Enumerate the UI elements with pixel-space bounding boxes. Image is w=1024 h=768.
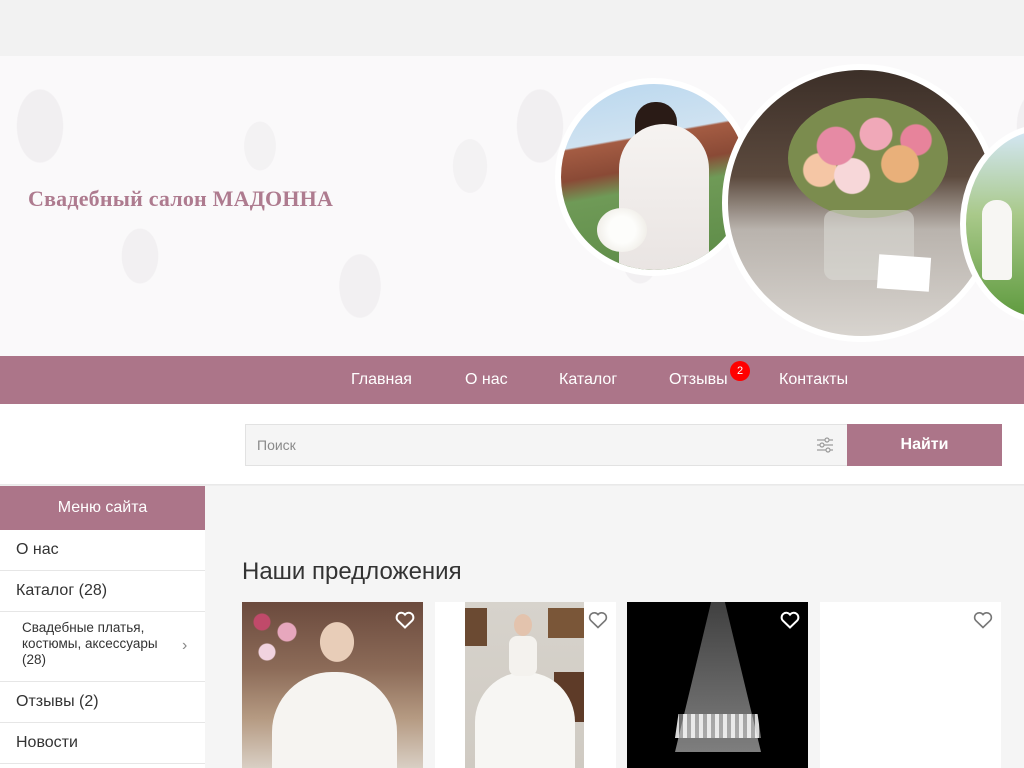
photo-detail [475,672,575,768]
nav-item-reviews[interactable]: Отзывы [669,356,728,404]
reviews-count-badge: 2 [730,361,750,381]
photo-detail [619,124,709,270]
product-card[interactable] [242,602,423,768]
product-card[interactable] [435,602,616,768]
search-input[interactable] [246,425,806,465]
main-navigation: Главная О нас Каталог Отзывы Контакты [0,356,1024,404]
heart-icon[interactable] [780,611,800,629]
photo-detail [982,200,1012,280]
sidebar-item-news[interactable]: Новости [0,723,205,764]
search-button[interactable]: Найти [847,424,1002,466]
photo-detail [465,608,487,646]
header-photo-table-decor [722,64,1000,342]
top-bar [0,0,1024,56]
site-title[interactable]: Свадебный салон МАДОННА [28,186,333,212]
nav-item-about[interactable]: О нас [465,356,508,404]
photo-detail [876,254,932,292]
sidebar-title: Меню сайта [0,486,205,530]
photo-detail [509,636,537,676]
photo-detail [548,608,584,638]
site-header: Свадебный салон МАДОННА [0,56,1024,356]
sidebar-subitem-label: Свадебные платья, костюмы, аксессуары (2… [22,620,158,667]
section-title: Наши предложения [242,558,462,585]
heart-icon[interactable] [395,611,415,629]
photo-detail [675,714,761,738]
photo-detail [514,614,532,636]
product-card[interactable] [820,602,1001,768]
heart-icon[interactable] [588,611,608,629]
photo-detail [272,672,397,768]
nav-item-catalog[interactable]: Каталог [559,356,617,404]
product-card[interactable] [627,602,808,768]
product-image [465,602,584,768]
sidebar: Меню сайта О нас Каталог (28) Свадебные … [0,486,205,768]
nav-item-home[interactable]: Главная [351,356,412,404]
photo-detail [242,602,312,682]
search-bar [245,424,847,466]
sidebar-item-reviews[interactable]: Отзывы (2) [0,682,205,723]
chevron-right-icon: › [182,637,188,654]
sidebar-item-catalog[interactable]: Каталог (28) [0,571,205,612]
sidebar-subitem-dresses[interactable]: Свадебные платья, костюмы, аксессуары (2… [0,612,205,682]
nav-item-contacts[interactable]: Контакты [779,356,848,404]
heart-icon[interactable] [973,611,993,629]
sidebar-item-about[interactable]: О нас [0,530,205,571]
photo-detail [788,98,948,218]
filter-settings-icon[interactable] [816,437,834,453]
photo-detail [597,208,647,252]
